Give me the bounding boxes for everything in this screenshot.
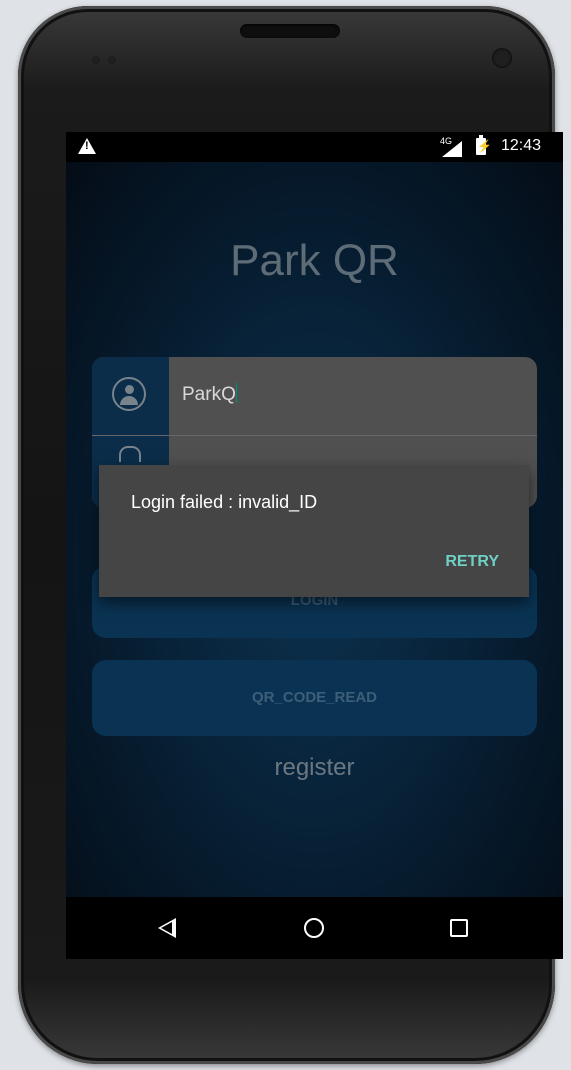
status-bar: ! 4G ⚡ 12:43 — [66, 132, 563, 162]
warning-icon: ! — [78, 138, 96, 154]
battery-charging-icon: ⚡ — [476, 135, 492, 155]
signal-icon — [442, 141, 462, 157]
proximity-sensor — [92, 56, 100, 64]
light-sensor — [108, 56, 116, 64]
phone-screen: ! 4G ⚡ 12:43 Park QR ParkQ LOGIN QR_CODE… — [66, 132, 563, 959]
back-icon[interactable] — [158, 918, 176, 938]
login-error-dialog: Login failed : invalid_ID RETRY — [99, 465, 529, 597]
phone-frame: ! 4G ⚡ 12:43 Park QR ParkQ LOGIN QR_CODE… — [18, 6, 563, 1064]
dialog-message: Login failed : invalid_ID — [131, 492, 318, 512]
status-clock: 12:43 — [501, 137, 542, 154]
earpiece-speaker — [240, 24, 340, 38]
home-icon[interactable] — [304, 918, 324, 938]
retry-button[interactable]: RETRY — [445, 553, 499, 571]
navigation-bar — [66, 897, 563, 959]
front-camera — [492, 48, 512, 68]
recent-apps-icon[interactable] — [450, 919, 468, 937]
